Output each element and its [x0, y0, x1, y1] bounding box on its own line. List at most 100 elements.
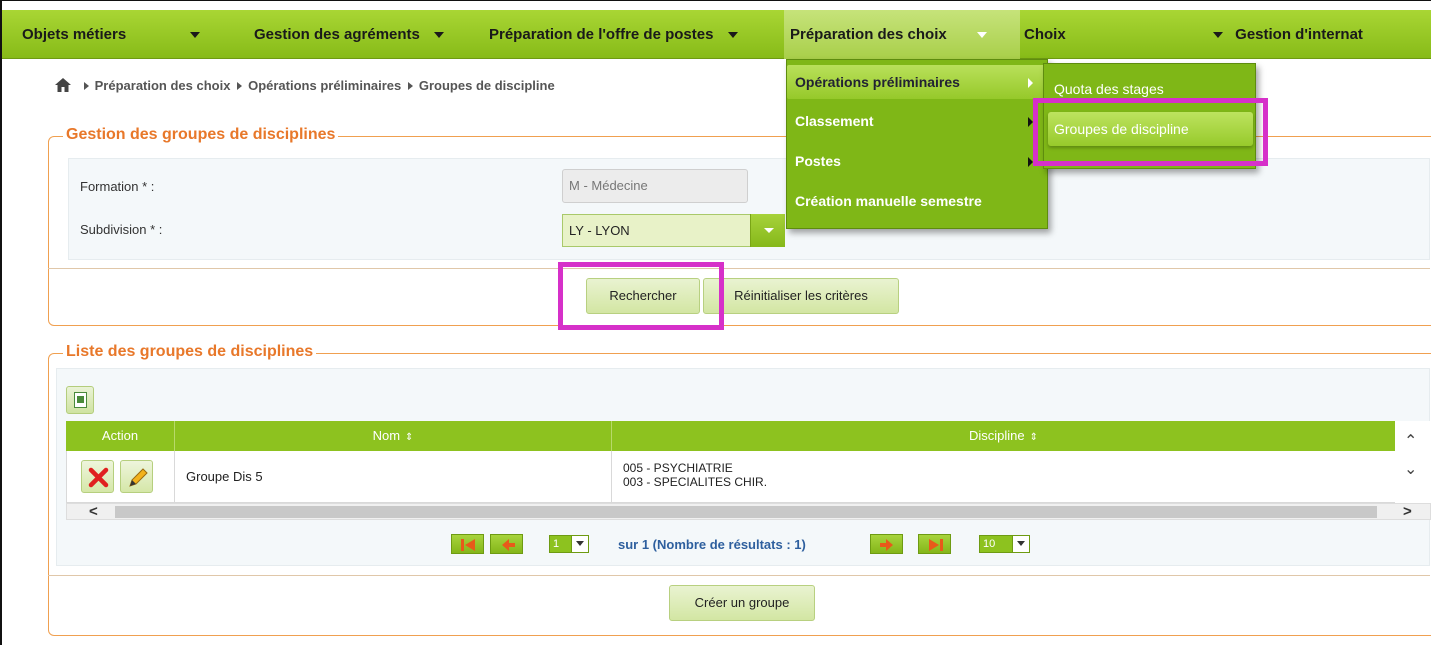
caret-down-icon — [727, 32, 738, 39]
action-cell — [67, 451, 175, 503]
last-page-button[interactable] — [918, 534, 951, 554]
caret-down-icon — [976, 32, 987, 39]
page-select[interactable]: 1 — [549, 535, 589, 553]
column-header-action: Action — [66, 421, 175, 451]
column-header-label: Nom — [372, 428, 401, 443]
discipline-value: 005 - PSYCHIATRIE — [623, 461, 733, 475]
menu-item-label: Opérations préliminaires — [795, 74, 960, 90]
formation-field: M - Médecine — [562, 169, 748, 203]
first-page-button[interactable] — [451, 534, 484, 554]
caret-down-icon — [190, 32, 201, 39]
breadcrumb: Préparation des choix Opérations prélimi… — [55, 78, 555, 93]
list-panel-title-text: Liste des groupes de disciplines — [66, 343, 314, 360]
breadcrumb-separator-icon — [407, 82, 413, 90]
menu-item-creation-manuelle-semestre[interactable]: Création manuelle semestre — [787, 184, 1047, 218]
nav-preparation-choix[interactable]: Préparation des choix — [784, 10, 1020, 59]
reset-button[interactable]: Réinitialiser les critères — [703, 278, 899, 314]
subdivision-select[interactable]: LY - LYON — [562, 214, 785, 247]
excel-icon — [74, 392, 87, 408]
chevron-down-icon — [1017, 541, 1025, 546]
nav-gestion-agrements[interactable]: Gestion des agréments — [254, 10, 445, 59]
create-group-button[interactable]: Créer un groupe — [669, 585, 815, 621]
scroll-right-icon[interactable]: > — [1403, 503, 1412, 520]
submenu-arrow-icon — [1028, 78, 1033, 88]
previous-page-icon — [502, 539, 515, 551]
scrollbar-thumb[interactable] — [115, 506, 1377, 518]
chevron-down-icon — [764, 228, 774, 233]
scroll-down-icon[interactable]: ⌄ — [1404, 459, 1417, 479]
dropdown-toggle[interactable] — [1012, 536, 1029, 552]
previous-page-button[interactable] — [490, 534, 523, 554]
nav-objets-metiers[interactable]: Objets métiers — [22, 10, 201, 59]
home-icon[interactable] — [55, 78, 71, 92]
pager-info: sur 1 (Nombre de résultats : 1) — [618, 537, 806, 552]
main-navbar: Objets métiers Gestion des agréments Pré… — [2, 10, 1431, 59]
edit-button[interactable] — [120, 460, 153, 493]
nav-label: Préparation des choix — [790, 26, 947, 43]
preparation-choix-menu: Opérations préliminaires Classement Post… — [786, 59, 1048, 229]
pencil-icon — [129, 468, 148, 487]
delete-button[interactable] — [81, 460, 114, 493]
caret-down-icon — [434, 32, 445, 39]
nav-choix[interactable]: Choix — [1024, 10, 1066, 59]
column-header-label: Discipline — [968, 428, 1025, 443]
column-header-nom[interactable]: Nom ⇕ — [175, 421, 612, 451]
table-header: Action Nom ⇕ Discipline ⇕ — [66, 421, 1395, 451]
horizontal-scrollbar[interactable]: < > — [66, 503, 1431, 520]
table-row: Groupe Dis 5 005 - PSYCHIATRIE 003 - SPE… — [66, 451, 1395, 503]
list-panel-title: Liste des groupes de disciplines — [63, 343, 317, 361]
nav-label: Objets métiers — [22, 26, 127, 43]
highlight-box — [1033, 98, 1268, 166]
nav-preparation-offre[interactable]: Préparation de l'offre de postes — [489, 10, 738, 59]
next-page-button[interactable] — [870, 534, 903, 554]
page-select-value: 1 — [553, 538, 560, 550]
vertical-scrollbar[interactable]: ⌃ ⌄ — [1395, 421, 1431, 503]
page-size-select[interactable]: 10 — [979, 535, 1030, 553]
breadcrumb-item[interactable]: Opérations préliminaires — [248, 78, 401, 93]
divider — [48, 575, 1430, 576]
breadcrumb-separator-icon — [237, 82, 243, 90]
page-size-value: 10 — [983, 538, 996, 550]
breadcrumb-item-current: Groupes de discipline — [418, 78, 555, 93]
menu-item-classement[interactable]: Classement — [787, 104, 1047, 138]
first-page-icon — [461, 539, 475, 551]
discipline-cell: 005 - PSYCHIATRIE 003 - SPECIALITES CHIR… — [612, 451, 1395, 503]
sort-icon[interactable]: ⇕ — [405, 423, 413, 453]
menu-item-label: Quota des stages — [1054, 81, 1164, 97]
search-panel-title-text: Gestion des groupes de disciplines — [66, 126, 336, 143]
last-page-icon — [929, 539, 943, 551]
scroll-up-icon[interactable]: ⌃ — [1404, 431, 1417, 451]
menu-item-label: Création manuelle semestre — [795, 193, 982, 209]
delete-icon — [88, 467, 109, 488]
breadcrumb-item[interactable]: Préparation des choix — [95, 78, 231, 93]
dropdown-toggle[interactable] — [750, 214, 785, 247]
nav-label: Gestion des agréments — [254, 26, 420, 43]
highlight-box — [558, 262, 724, 330]
column-header-discipline[interactable]: Discipline ⇕ — [612, 421, 1395, 451]
subdivision-label: Subdivision * : — [80, 222, 163, 237]
menu-item-operations-preliminaires[interactable]: Opérations préliminaires — [787, 65, 1047, 99]
menu-item-postes[interactable]: Postes — [787, 144, 1047, 178]
excel-export-button[interactable] — [66, 386, 94, 414]
column-header-label: Action — [101, 428, 139, 443]
caret-down-icon — [1213, 32, 1223, 39]
dropdown-toggle[interactable] — [571, 536, 588, 552]
nom-value: Groupe Dis 5 — [186, 469, 263, 484]
scroll-left-icon[interactable]: < — [89, 503, 98, 520]
search-panel-title: Gestion des groupes de disciplines — [63, 126, 339, 144]
chevron-down-icon — [576, 541, 584, 546]
nom-cell: Groupe Dis 5 — [175, 451, 612, 503]
nav-gestion-internat[interactable]: Gestion d'internat — [1213, 10, 1363, 59]
menu-item-label: Postes — [795, 153, 841, 169]
breadcrumb-separator-icon — [83, 82, 89, 90]
divider — [48, 268, 1430, 269]
nav-label: Gestion d'internat — [1235, 26, 1363, 43]
nav-label: Choix — [1024, 26, 1066, 43]
subdivision-value: LY - LYON — [569, 223, 630, 238]
sort-icon[interactable]: ⇕ — [1030, 423, 1038, 453]
formation-label: Formation * : — [80, 179, 155, 194]
menu-item-label: Classement — [795, 113, 874, 129]
nav-label: Préparation de l'offre de postes — [489, 26, 714, 43]
discipline-value: 003 - SPECIALITES CHIR. — [623, 475, 768, 489]
next-page-icon — [880, 539, 893, 551]
